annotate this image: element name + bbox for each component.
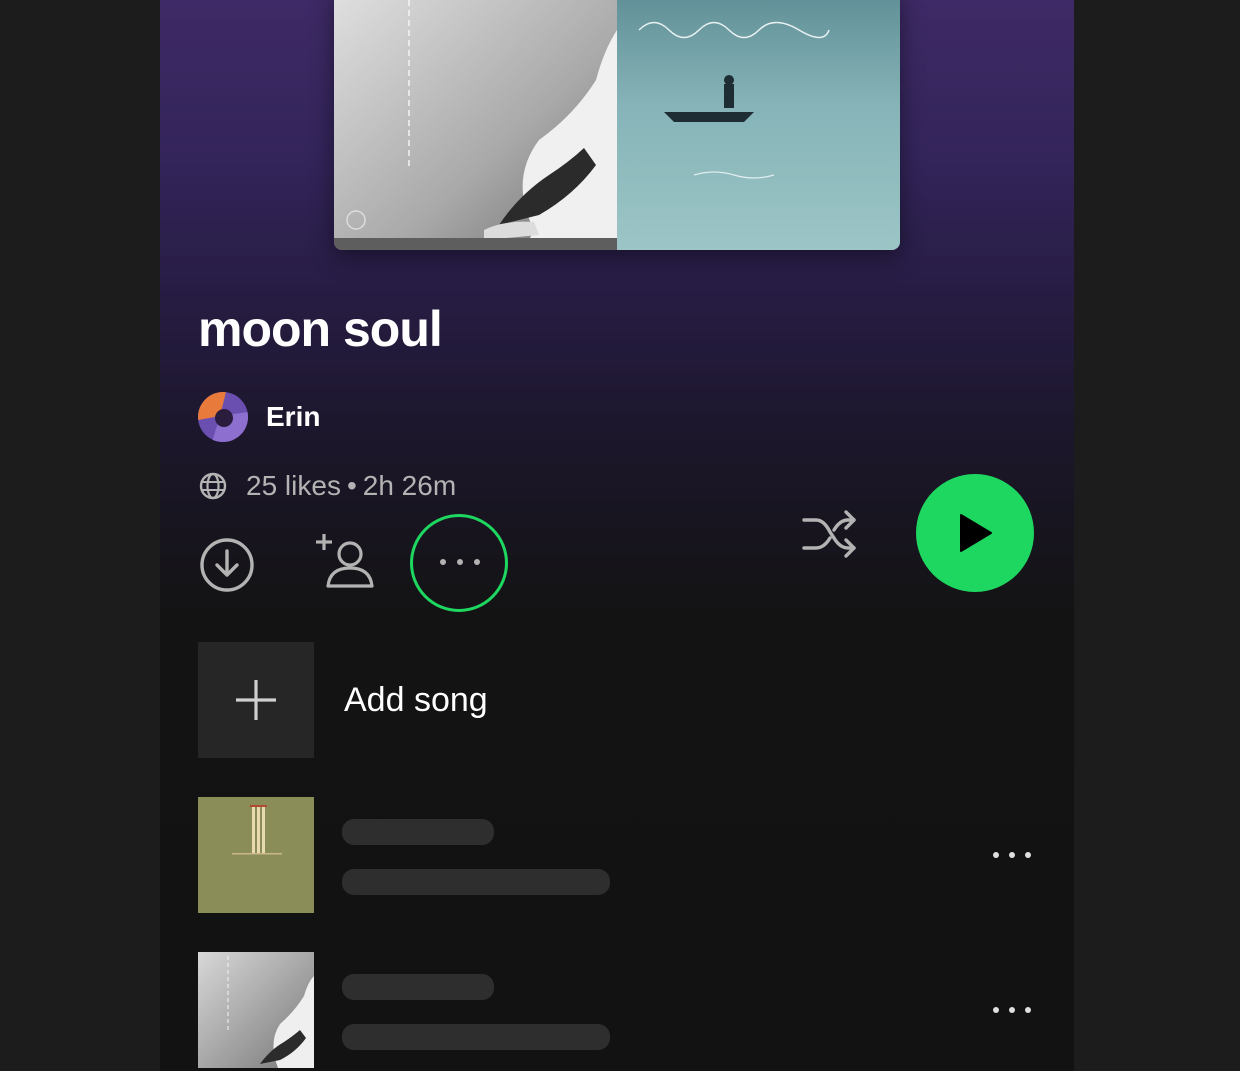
likes-count: 25 likes xyxy=(246,470,341,501)
track-title-placeholder xyxy=(342,819,494,845)
more-options-icon xyxy=(440,559,480,565)
playlist-owner[interactable]: Erin xyxy=(198,392,320,442)
shuffle-icon xyxy=(802,510,856,558)
track-artist-placeholder xyxy=(342,869,610,895)
owner-avatar xyxy=(198,392,248,442)
track-more-button[interactable] xyxy=(990,996,1034,1024)
track-row[interactable] xyxy=(198,797,1034,915)
download-icon xyxy=(200,538,254,592)
play-icon xyxy=(960,514,992,552)
play-button[interactable] xyxy=(916,474,1034,592)
add-song-label: Add song xyxy=(344,680,488,719)
track-title-placeholder xyxy=(342,974,494,1000)
track-artwork xyxy=(198,952,314,1068)
shuffle-button[interactable] xyxy=(800,508,860,560)
track-more-button[interactable] xyxy=(990,841,1034,869)
plus-icon xyxy=(236,680,276,720)
track-row[interactable] xyxy=(198,952,1034,1070)
meta-separator: • xyxy=(346,470,357,501)
more-options-button[interactable] xyxy=(436,556,484,568)
add-person-icon xyxy=(316,534,374,588)
more-options-icon xyxy=(993,1007,1031,1013)
globe-icon xyxy=(199,472,227,500)
playlist-screen: moon soul Erin 25 likes • 2h 26m Add son… xyxy=(160,0,1074,1071)
add-collaborator-button[interactable] xyxy=(312,532,378,592)
more-options-icon xyxy=(993,852,1031,858)
add-song-row[interactable]: Add song xyxy=(198,642,488,758)
download-button[interactable] xyxy=(198,536,256,594)
owner-name: Erin xyxy=(266,401,321,432)
playlist-title: moon soul xyxy=(198,301,443,357)
add-song-tile xyxy=(198,642,314,758)
track-artwork xyxy=(198,797,314,913)
playlist-meta: 25 likes • 2h 26m xyxy=(198,470,456,502)
playlist-cover-art xyxy=(334,0,900,250)
playlist-duration: 2h 26m xyxy=(362,470,457,501)
track-artist-placeholder xyxy=(342,1024,610,1050)
